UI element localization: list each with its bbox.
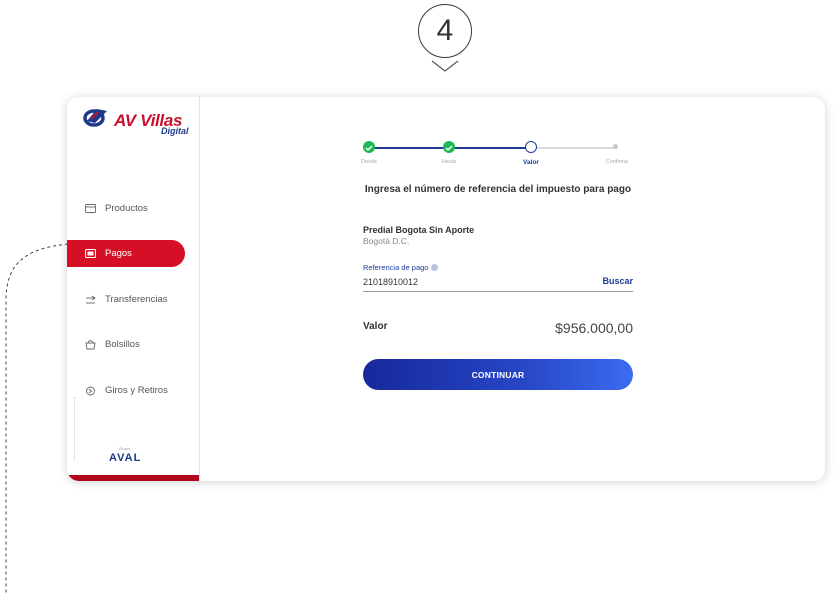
sidebar-item-pagos[interactable]: Pagos [67, 240, 185, 267]
sidebar-item-label: Pagos [105, 248, 132, 259]
pocket-icon [83, 339, 97, 350]
step-number: 4 [436, 14, 454, 47]
search-button[interactable]: Buscar [602, 276, 633, 286]
transfer-icon [83, 295, 97, 305]
sidebar-bottom-bar [67, 475, 199, 481]
step-label-hasta: Hasta [441, 159, 457, 165]
dotted-connector-line [5, 243, 69, 595]
payment-icon [83, 249, 97, 258]
step-valor-current [525, 141, 537, 153]
sidebar-item-bolsillos[interactable]: Bolsillos [67, 331, 185, 358]
av-villas-logo-icon [83, 109, 107, 127]
step-hasta-check-icon [443, 141, 455, 153]
aval-group-label: Grupo [119, 446, 131, 451]
sidebar-item-label: Productos [105, 203, 148, 214]
app-window: AV Villas Digital Productos Pagos Transf… [67, 97, 825, 481]
legal-microtext [74, 397, 79, 461]
step-label-desde: Desde [361, 159, 377, 165]
tax-name: Predial Bogota Sin Aporte [363, 225, 475, 235]
step-confirma-pending [613, 144, 618, 149]
step-label-confirma: Confirma [605, 159, 629, 165]
brand-logo: AV Villas Digital [83, 103, 195, 137]
card-icon [83, 204, 97, 213]
chevron-down-icon [431, 60, 459, 72]
reference-input[interactable] [363, 273, 633, 292]
withdraw-icon [83, 386, 97, 396]
info-icon[interactable] [431, 264, 439, 271]
sidebar: AV Villas Digital Productos Pagos Transf… [67, 97, 200, 481]
reference-label-text: Referencia de pago [363, 263, 429, 272]
valor-label: Valor [363, 321, 388, 332]
continue-button[interactable]: CONTINUAR [363, 359, 633, 390]
sidebar-item-label: Bolsillos [105, 339, 140, 350]
sidebar-item-label: Transferencias [105, 294, 168, 305]
step-label-valor: Valor [523, 159, 539, 166]
sidebar-item-transferencias[interactable]: Transferencias [67, 286, 185, 313]
brand-subtitle: Digital [161, 126, 189, 136]
sidebar-item-label: Giros y Retiros [105, 385, 168, 396]
stepper-track-pending [531, 147, 617, 149]
sidebar-item-giros-y-retiros[interactable]: Giros y Retiros [67, 377, 185, 404]
form-heading: Ingresa el número de referencia del impu… [364, 184, 632, 195]
reference-label: Referencia de pago [363, 263, 439, 272]
step-desde-check-icon [363, 141, 375, 153]
step-number-badge: 4 [418, 4, 472, 58]
valor-amount: $956.000,00 [555, 320, 633, 336]
aval-logo: AVAL [109, 452, 142, 464]
payment-form: Desde Hasta Valor Confirma Ingresa el nú… [361, 97, 633, 481]
sidebar-item-productos[interactable]: Productos [67, 195, 185, 222]
tax-city: Bogotá D.C. [363, 236, 410, 246]
progress-stepper: Desde Hasta Valor Confirma [361, 141, 633, 171]
